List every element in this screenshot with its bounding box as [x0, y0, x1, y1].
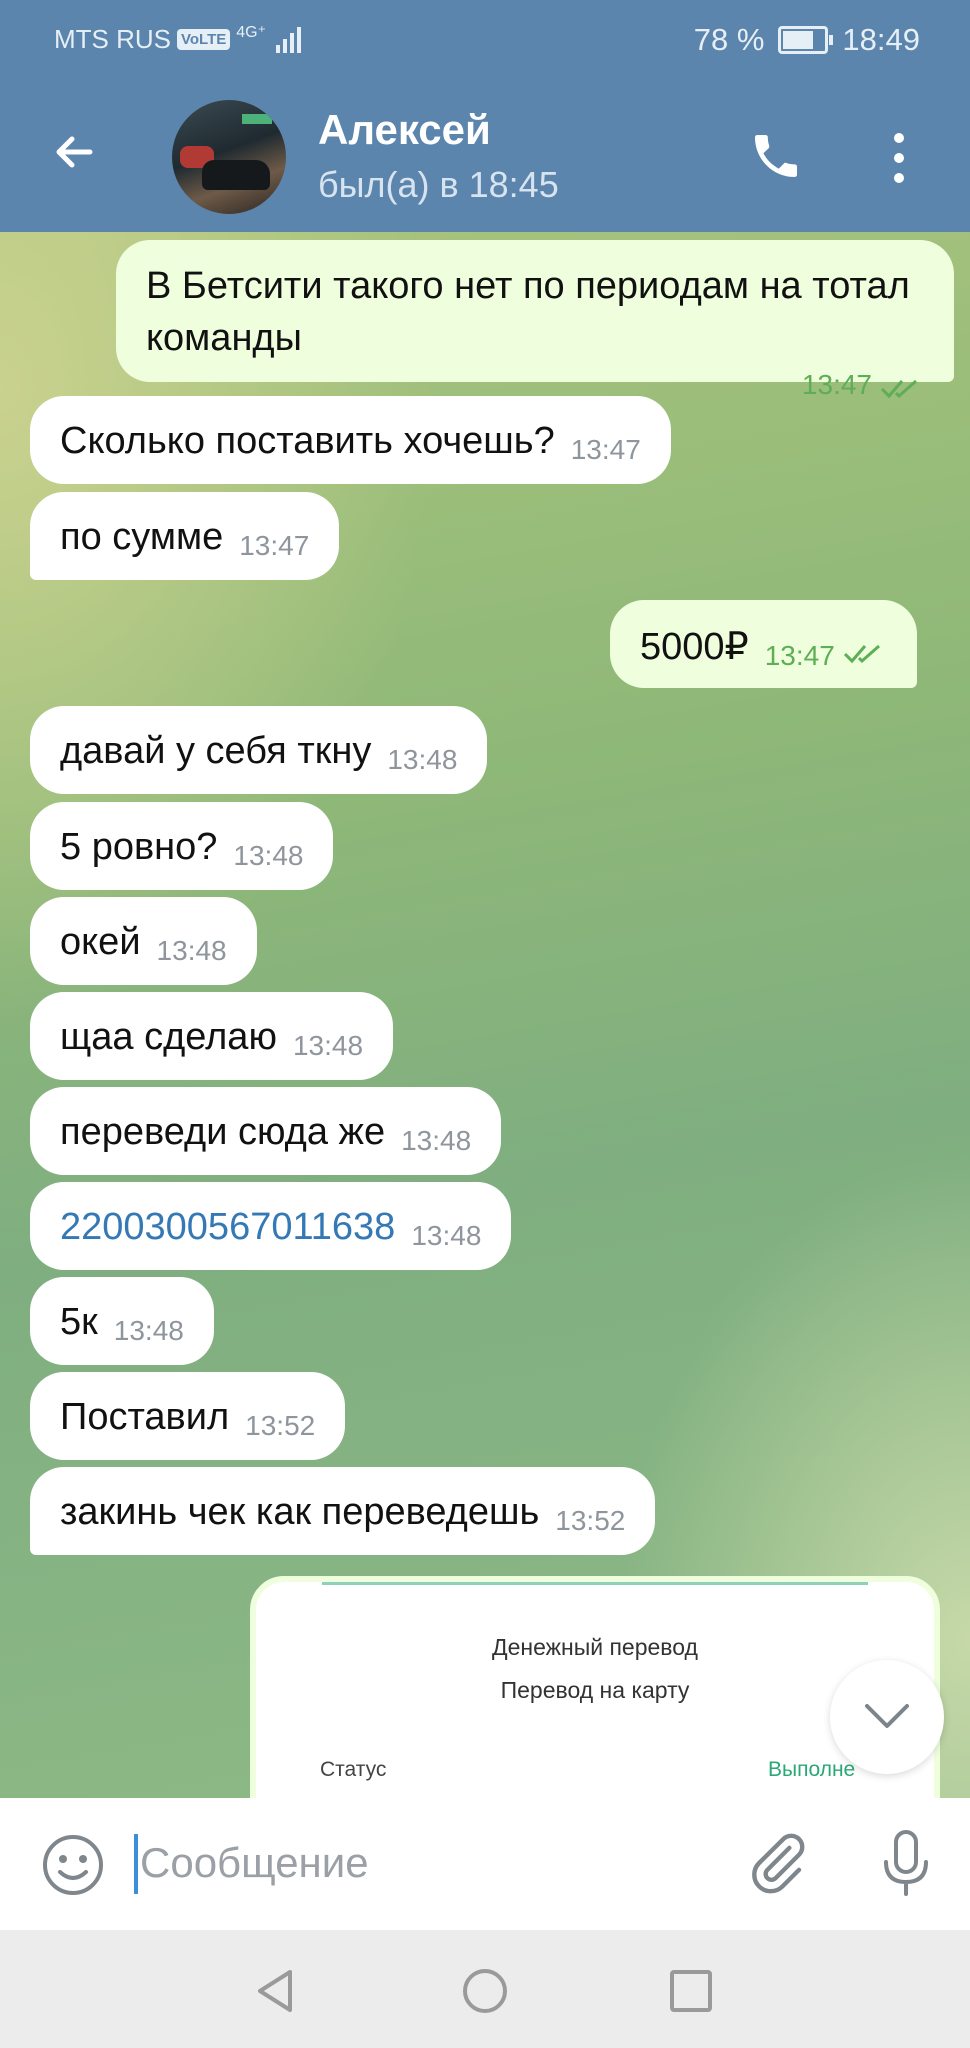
nav-recents-icon[interactable] — [666, 1966, 716, 2016]
receipt-title: Денежный перевод — [492, 1634, 698, 1660]
message-bubble[interactable]: 5 ровно? 13:48 — [30, 802, 334, 890]
message-bubble[interactable]: щаа сделаю 13:48 — [30, 992, 394, 1080]
message-text: по сумме — [60, 516, 224, 558]
emoji-icon[interactable] — [40, 1832, 106, 1898]
message-text: окей — [60, 921, 141, 963]
message-input[interactable] — [140, 1828, 700, 1898]
nav-home-icon[interactable] — [460, 1966, 510, 2016]
message-bubble[interactable]: Сколько поставить хочешь? 13:47 — [30, 396, 671, 484]
status-bar: MTS RUS VoLTE 4G⁺ 78 % 18:49 — [0, 0, 970, 82]
battery-icon — [778, 26, 834, 54]
message-bubble[interactable]: давай у себя ткну 13:48 — [30, 706, 488, 794]
message-time: 13:48 — [411, 1220, 482, 1251]
signal-icon — [276, 26, 302, 53]
message-time: 13:52 — [555, 1505, 626, 1536]
last-seen-status: был(а) в 18:45 — [318, 164, 559, 205]
message-text: щаа сделаю — [60, 1016, 277, 1058]
nav-back-icon[interactable] — [250, 1966, 300, 2016]
message-time: 13:48 — [292, 1030, 364, 1061]
chevron-down-icon — [865, 1704, 909, 1728]
message-time: 13:47 — [801, 369, 872, 400]
network-type: 4G⁺ — [236, 23, 267, 41]
paperclip-icon[interactable] — [744, 1830, 810, 1896]
phone-icon[interactable] — [748, 128, 804, 184]
clock: 18:49 — [842, 22, 920, 57]
battery-percent: 78 % — [693, 22, 765, 57]
message-bubble[interactable]: 2200300567011638 13:48 — [30, 1182, 512, 1270]
message-bubble[interactable]: В Бетсити такого нет по периодам на тота… — [116, 240, 954, 400]
receipt-status-value: Выполне — [768, 1758, 856, 1781]
more-vert-icon[interactable] — [886, 130, 912, 186]
chat-header: Алексей был(а) в 18:45 — [0, 82, 970, 232]
message-bubble[interactable]: по сумме 13:47 — [30, 492, 340, 580]
message-text: закинь чек как переведешь — [60, 1491, 540, 1533]
message-time: 13:47 — [239, 530, 310, 561]
message-text: 5к — [60, 1301, 98, 1343]
message-time: 13:48 — [233, 840, 304, 871]
card-number-link[interactable]: 2200300567011638 — [60, 1206, 395, 1248]
chat-area[interactable]: В Бетсити такого нет по периодам на тота… — [0, 232, 970, 1798]
message-bubble[interactable]: закинь чек как переведешь 13:52 — [30, 1467, 656, 1555]
message-text: 5000₽ — [640, 626, 749, 668]
message-time: 13:48 — [387, 744, 458, 775]
message-bubble[interactable]: 5000₽ 13:47 — [610, 600, 917, 688]
message-bubble[interactable]: окей 13:48 — [30, 897, 257, 985]
contact-name[interactable]: Алексей — [318, 106, 491, 154]
message-text: Поставил — [60, 1396, 230, 1438]
carrier-info: MTS RUS VoLTE 4G⁺ — [54, 23, 302, 55]
double-check-icon — [880, 379, 917, 399]
message-time: 13:47 — [764, 640, 835, 671]
receipt-status-label: Статус — [320, 1758, 387, 1781]
message-time: 13:47 — [570, 434, 641, 465]
message-text: Сколько поставить хочешь? — [60, 420, 555, 462]
message-time: 13:48 — [401, 1125, 472, 1156]
volte-badge: VoLTE — [177, 29, 231, 50]
message-bubble[interactable]: Поставил 13:52 — [30, 1372, 346, 1460]
system-navigation-bar — [0, 1930, 970, 2048]
message-time: 13:48 — [113, 1315, 184, 1346]
double-check-icon — [843, 644, 880, 664]
carrier-name: MTS RUS — [54, 24, 171, 54]
message-time: 13:48 — [156, 935, 227, 966]
receipt-top-line — [322, 1582, 868, 1585]
message-text: переведи сюда же — [60, 1111, 386, 1153]
message-bubble[interactable]: 5к 13:48 — [30, 1277, 214, 1365]
message-text: 5 ровно? — [60, 826, 218, 868]
arrow-left-icon[interactable] — [50, 128, 98, 176]
message-text: В Бетсити такого нет по периодам на тота… — [146, 265, 910, 359]
microphone-icon[interactable] — [876, 1828, 936, 1900]
message-time: 13:52 — [245, 1410, 316, 1441]
message-input-bar — [0, 1798, 970, 1930]
message-text: давай у себя ткну — [60, 730, 372, 772]
text-cursor — [134, 1834, 138, 1894]
avatar[interactable] — [172, 100, 286, 214]
scroll-down-button[interactable] — [830, 1660, 944, 1774]
message-bubble[interactable]: переведи сюда же 13:48 — [30, 1087, 502, 1175]
receipt-image-message[interactable]: Денежный перевод Перевод на карту Статус… — [250, 1576, 940, 1798]
